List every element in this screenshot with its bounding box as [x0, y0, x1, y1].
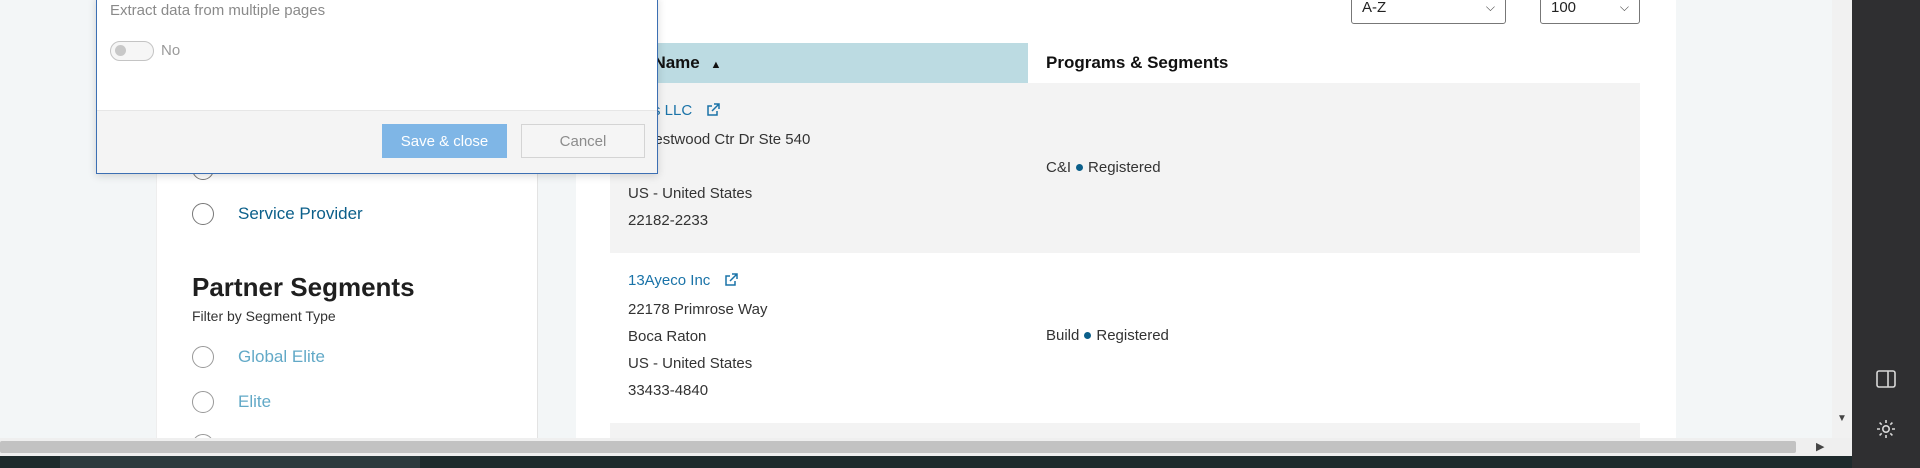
radio-button[interactable]	[192, 346, 214, 368]
browser-side-panel	[1852, 0, 1920, 468]
program-name: Build	[1046, 327, 1080, 344]
program-status: Registered	[1096, 327, 1169, 344]
partner-zip: 33433-4840	[628, 382, 709, 399]
scrollbar-thumb[interactable]	[0, 441, 1796, 453]
table-row: 13Ayeco Inc 22178 Primrose Way Boca Rato…	[610, 253, 1640, 423]
horizontal-scrollbar[interactable]: ▶	[0, 438, 1852, 456]
sort-select-value: A-Z	[1362, 0, 1387, 16]
results-panel: A-Z ⌵ 100 ⌵ rtner Name ▲ Programs & Segm…	[576, 0, 1676, 438]
cancel-button[interactable]: Cancel	[521, 124, 645, 158]
radio-button[interactable]	[192, 391, 214, 413]
filter-option-label: Service Provider	[238, 204, 363, 223]
filter-option-elite[interactable]: Elite	[192, 391, 271, 413]
column-header-partner-name[interactable]: rtner Name ▲	[610, 43, 1028, 83]
filter-option-label: Global Elite	[238, 347, 325, 366]
external-link-icon[interactable]	[706, 99, 721, 126]
page-size-select[interactable]: 100 ⌵	[1540, 0, 1640, 24]
status-dot-icon	[1076, 164, 1084, 171]
table-header: rtner Name ▲ Programs & Segments	[610, 43, 1640, 83]
segments-heading: Partner Segments	[192, 272, 415, 302]
partner-link[interactable]: 13Ayeco Inc	[628, 272, 710, 289]
taskbar-item[interactable]	[60, 456, 420, 468]
filter-option-label: Elite	[238, 392, 272, 411]
programs-cell: Build Registered	[1046, 327, 1169, 344]
partner-country: US - United States	[628, 185, 753, 202]
toggle-knob	[115, 45, 126, 56]
segments-subheading: Filter by Segment Type	[192, 308, 336, 324]
scroll-right-arrow-icon[interactable]: ▶	[1816, 440, 1824, 453]
column-header-programs: Programs & Segments	[1028, 43, 1640, 83]
partner-zip: 22182-2233	[628, 212, 709, 229]
external-link-icon[interactable]	[724, 269, 739, 296]
vertical-scrollbar[interactable]: ▼	[1832, 0, 1852, 438]
program-status: Registered	[1088, 159, 1161, 176]
scroll-down-arrow-icon[interactable]: ▼	[1837, 413, 1847, 424]
side-panel-icon[interactable]	[1875, 368, 1897, 390]
partner-cell: 13Ayeco Inc 22178 Primrose Way Boca Rato…	[628, 267, 768, 404]
partner-city: Boca Raton	[628, 328, 707, 345]
table-row: earls LLC 4 Westwood Ctr Dr Ste 540 na U…	[610, 83, 1640, 253]
table-row	[610, 423, 1640, 438]
sort-asc-icon: ▲	[710, 59, 722, 71]
extract-settings-dialog: Extract data from multiple pages No Save…	[96, 0, 658, 174]
taskbar	[0, 456, 1852, 468]
save-close-button[interactable]: Save & close	[382, 124, 507, 158]
radio-button[interactable]	[192, 203, 214, 225]
gear-icon[interactable]	[1875, 418, 1897, 440]
chevron-down-icon: ⌵	[1485, 0, 1495, 14]
multi-page-label: Extract data from multiple pages	[110, 2, 326, 19]
dialog-footer: Save & close Cancel	[97, 110, 657, 173]
column-header-label: Programs & Segments	[1046, 53, 1229, 72]
sort-select[interactable]: A-Z ⌵	[1351, 0, 1506, 24]
program-name: C&I	[1046, 159, 1072, 176]
page-size-value: 100	[1551, 0, 1577, 16]
filter-option-service-provider[interactable]: Service Provider	[192, 203, 363, 225]
partner-address: 22178 Primrose Way	[628, 301, 768, 318]
status-dot-icon	[1084, 332, 1092, 339]
programs-cell: C&I Registered	[1046, 159, 1161, 176]
toggle-state-label: No	[161, 42, 181, 59]
multi-page-toggle[interactable]	[110, 41, 154, 61]
chevron-down-icon: ⌵	[1619, 0, 1629, 14]
partner-country: US - United States	[628, 355, 753, 372]
filter-option-global-elite[interactable]: Global Elite	[192, 346, 325, 368]
